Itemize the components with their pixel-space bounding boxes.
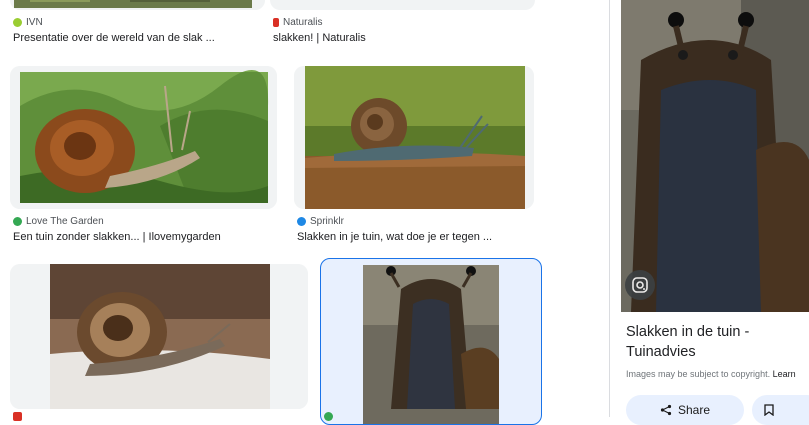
result-title-ivn[interactable]: Presentatie over de wereld van de slak .… (13, 32, 215, 44)
bookmark-icon (764, 404, 774, 416)
result-title-lovethegarden[interactable]: Een tuin zonder slakken... | Ilovemygard… (13, 231, 221, 243)
heart-favicon-icon (13, 217, 22, 226)
result-image-snail-sugar[interactable] (10, 264, 308, 409)
share-button[interactable]: Share (626, 395, 744, 425)
result-source-lovethegarden: Love The Garden (13, 216, 104, 227)
result-source-ivn: IVN (13, 17, 43, 28)
result-image-sprinklr[interactable] (294, 66, 534, 209)
ivn-favicon-icon (13, 18, 22, 27)
naturalis-favicon-icon (273, 18, 279, 27)
panel-title[interactable]: Slakken in de tuin - Tuinadvies (626, 322, 806, 362)
result-source-label: IVN (26, 17, 43, 28)
result-source-label: Love The Garden (26, 216, 104, 227)
result-image-ivn[interactable] (10, 0, 265, 10)
result-source-label: Sprinklr (310, 216, 344, 227)
preview-image[interactable] (621, 0, 809, 312)
learn-more-link[interactable]: Learn (773, 369, 796, 379)
result-source-naturalis: Naturalis (273, 17, 322, 28)
result-image-selected-slug[interactable] (320, 258, 542, 425)
save-button[interactable] (752, 395, 809, 425)
result-image-lovethegarden[interactable] (10, 66, 277, 209)
result-source-label: Naturalis (283, 17, 323, 28)
result-source-sprinklr: Sprinklr (297, 216, 344, 227)
panel-divider (609, 0, 610, 417)
google-lens-icon[interactable] (625, 270, 655, 300)
result-title-naturalis[interactable]: slakken! | Naturalis (273, 32, 366, 44)
share-label: Share (677, 403, 711, 417)
share-icon (660, 404, 672, 416)
copyright-text: Images may be subject to copyright. (626, 369, 771, 379)
result-image-naturalis[interactable] (270, 0, 535, 10)
copyright-notice: Images may be subject to copyright. Lear… (626, 369, 796, 379)
result-title-sprinklr[interactable]: Slakken in je tuin, wat doe je er tegen … (297, 231, 492, 243)
sprinklr-favicon-icon (297, 217, 306, 226)
